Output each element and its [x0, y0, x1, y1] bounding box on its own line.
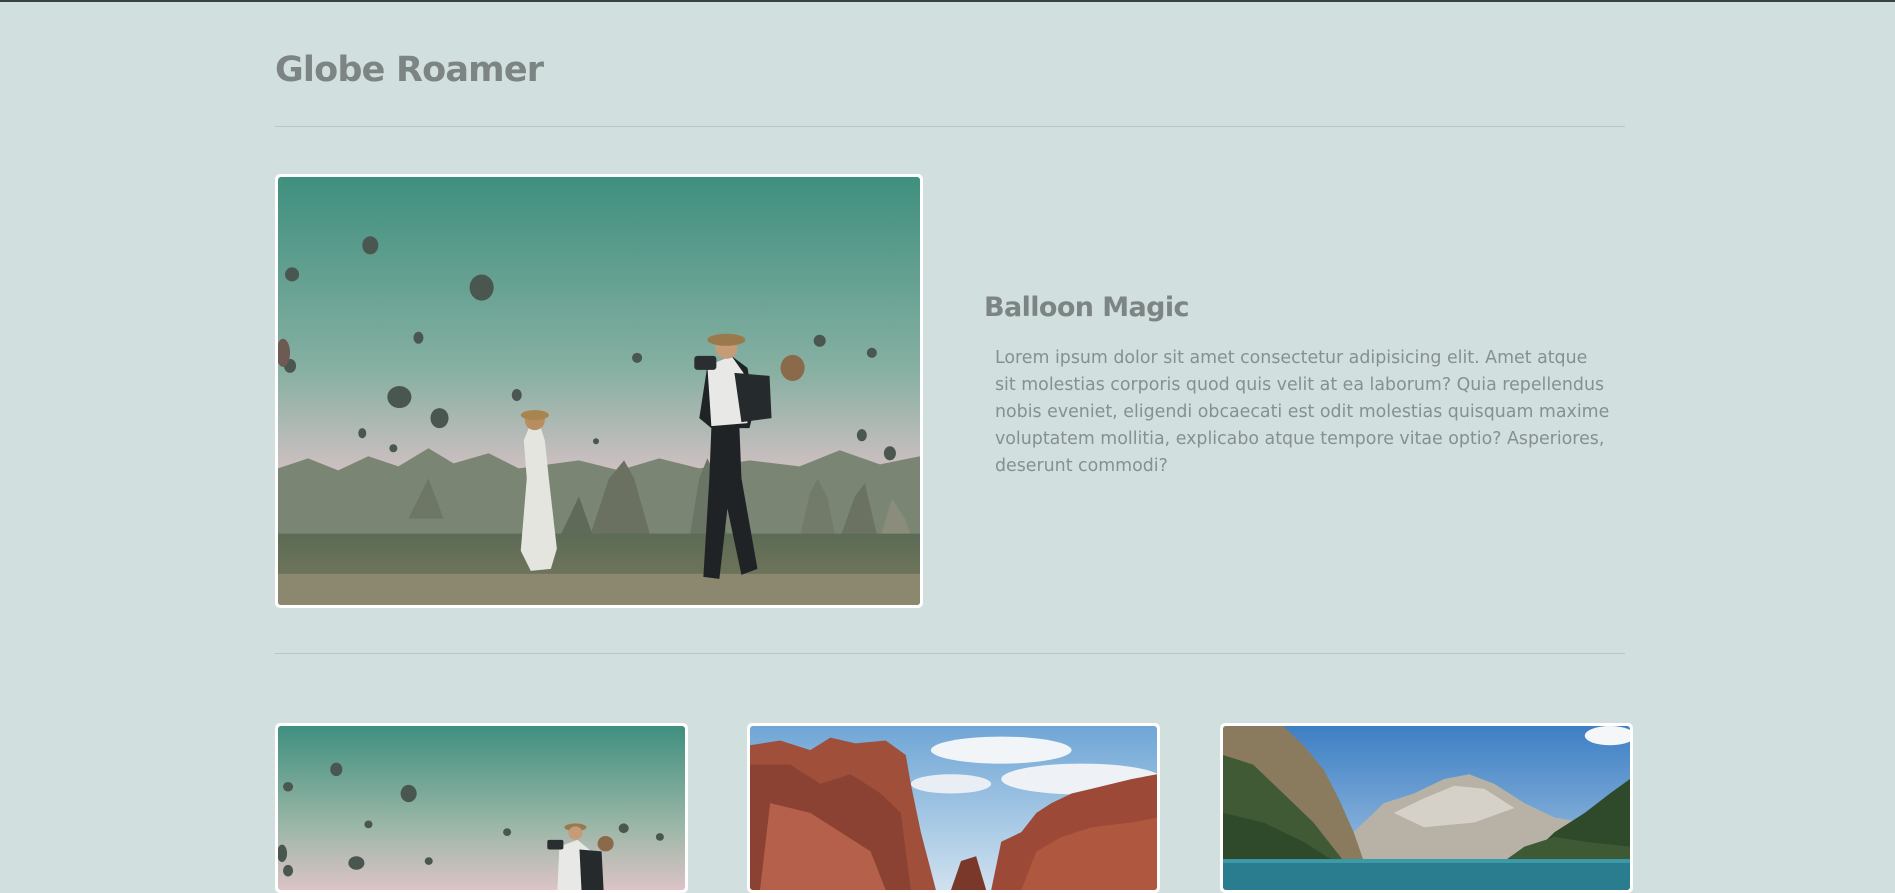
gallery-card-canyon[interactable] — [747, 723, 1160, 893]
header-divider — [275, 126, 1625, 127]
balloon-thumbnail-image — [278, 726, 685, 890]
gallery-card-mountain-lake[interactable] — [1220, 723, 1633, 893]
feature-description: Lorem ipsum dolor sit amet consectetur a… — [995, 348, 1610, 476]
site-title: Globe Roamer — [275, 50, 544, 90]
mountain-lake-thumbnail-image — [1223, 726, 1630, 890]
feature-image[interactable] — [275, 174, 923, 608]
section-divider — [275, 653, 1625, 654]
feature-text-block: Balloon Magic Lorem ipsum dolor sit amet… — [984, 292, 1614, 480]
gallery-card-balloons[interactable] — [275, 723, 688, 893]
canyon-thumbnail-image — [750, 726, 1157, 890]
feature-title: Balloon Magic — [984, 292, 1190, 323]
balloon-scene-image — [278, 177, 920, 605]
